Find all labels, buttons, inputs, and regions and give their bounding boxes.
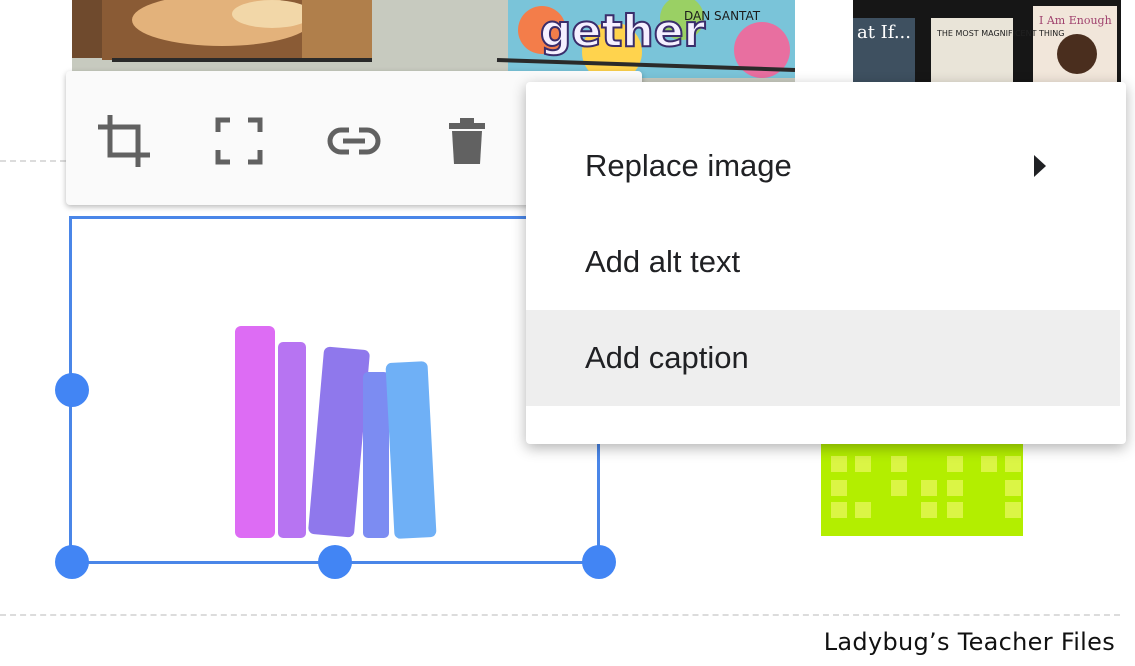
crop-icon [98,115,150,167]
book-author-text: DAN SANTAT [684,9,761,23]
book-photo-right: at If... THE MOST MAGNIFICENT THING I Am… [853,0,1121,82]
book-3 [308,346,370,538]
book-photo-right-art: at If... THE MOST MAGNIFICENT THING I Am… [853,0,1121,82]
book-1 [235,326,275,538]
book-title-2: THE MOST MAGNIFICENT THING [936,29,1064,38]
book-title-3: I Am Enough [1039,14,1112,27]
link-icon [327,127,381,155]
credit-text: Ladybug’s Teacher Files [823,628,1115,656]
delete-button[interactable] [437,111,497,171]
resize-handle-bottom-left[interactable] [55,545,89,579]
book-title-text: gether [540,6,706,57]
resize-handle-left[interactable] [55,373,89,407]
trash-icon [449,118,485,164]
link-button[interactable] [324,111,384,171]
book-4 [363,372,389,538]
green-image [821,440,1023,536]
menu-item-label: Add alt text [585,244,741,279]
book-5 [385,361,437,539]
book-photo-left-art: gether DAN SANTAT [72,0,795,82]
menu-item-add-alt-text[interactable]: Add alt text [526,214,1120,310]
resize-handle-bottom[interactable] [318,545,352,579]
menu-item-label: Replace image [585,148,792,183]
crop-button[interactable] [94,111,154,171]
menu-item-label: Add caption [585,340,749,375]
book-title-1: at If... [857,22,911,43]
resize-handle-bottom-right[interactable] [582,545,616,579]
submenu-arrow-icon [1034,155,1046,177]
menu-item-add-caption[interactable]: Add caption [526,310,1120,406]
guide-line-top [0,160,66,162]
books-image [235,326,437,539]
book-2 [278,342,306,538]
fullscreen-button[interactable] [209,111,269,171]
image-options-menu: Replace image Add alt text Add caption [526,82,1126,444]
fullscreen-icon [215,117,263,165]
menu-item-replace-image[interactable]: Replace image [526,118,1120,214]
guide-line-bottom [0,614,1120,616]
book-photo-left: gether DAN SANTAT [72,0,795,82]
